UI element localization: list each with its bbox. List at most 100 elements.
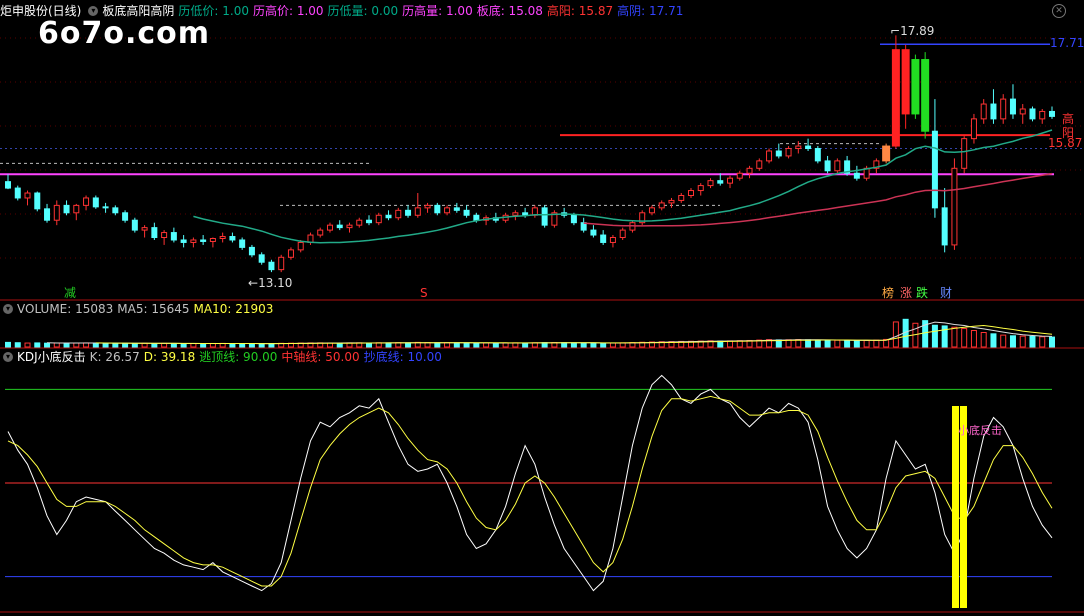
cai-label: 财 xyxy=(940,286,953,300)
settings-circle-icon[interactable]: ▾ xyxy=(88,6,99,16)
volume-bar-85 xyxy=(834,339,841,348)
candle-body-99 xyxy=(970,118,977,140)
candle-body-48 xyxy=(473,214,480,221)
volume-bar-88 xyxy=(863,339,870,348)
candle-body-26 xyxy=(258,254,265,263)
candle-body-101 xyxy=(990,103,997,120)
candle-body-43 xyxy=(424,204,431,209)
candle-body-22 xyxy=(219,236,226,239)
candle-body-14 xyxy=(141,227,148,231)
candle-body-25 xyxy=(248,246,255,256)
moving-average-lines xyxy=(193,129,1053,244)
volume-bar-84 xyxy=(824,339,831,348)
main-legend-item-0: 历低价: 1.00 xyxy=(178,4,249,18)
volume-bar-4 xyxy=(44,342,51,348)
high-price-annotation: ⌐17.89 xyxy=(890,24,935,38)
candle-body-40 xyxy=(395,209,402,219)
candle-body-34 xyxy=(336,224,343,229)
volume-bar-86 xyxy=(844,339,851,348)
candle-body-2 xyxy=(24,192,31,199)
right-gaoyang-text: 高阳 xyxy=(1062,112,1075,140)
volume-bar-98 xyxy=(961,328,968,348)
volume-legend-items: VOLUME: 15083 MA5: 15645 MA10: 21903 xyxy=(17,300,277,318)
candle-body-39 xyxy=(385,214,392,219)
candle-body-19 xyxy=(190,239,197,243)
candle-body-8 xyxy=(83,197,90,206)
candle-body-61 xyxy=(600,234,607,243)
candle-body-45 xyxy=(444,207,451,214)
candle-body-97 xyxy=(951,167,958,246)
candle-body-41 xyxy=(405,209,412,216)
indicator-name: 板底高阳高阴 xyxy=(102,4,175,18)
volume-bar-106 xyxy=(1039,336,1046,348)
main-header: 炬申股份(日线) ▾ 板底高阳高阴 历低价: 1.00 历高价: 1.00 历低量:… xyxy=(0,2,691,20)
candle-body-66 xyxy=(648,207,655,214)
volume-bar-101 xyxy=(990,333,997,348)
volume-bar-37 xyxy=(366,342,373,348)
candle-body-87 xyxy=(853,172,860,179)
volume-bar-13 xyxy=(131,342,138,348)
reduce-label: 减 xyxy=(64,286,77,300)
zhang-label: 涨 xyxy=(900,286,913,300)
volume-bar-23 xyxy=(229,343,236,348)
candle-body-79 xyxy=(775,150,782,157)
kdj-legend-item-0: K: 26.57 xyxy=(89,350,140,364)
candle-body-103 xyxy=(1009,98,1016,115)
candle-body-71 xyxy=(697,185,704,192)
candle-body-102 xyxy=(1000,98,1007,120)
volume-bar-11 xyxy=(112,342,119,348)
volume-bar-60 xyxy=(590,342,597,348)
candle-body-78 xyxy=(766,150,773,162)
volume-bar-16 xyxy=(161,342,168,348)
candle-body-12 xyxy=(122,212,129,221)
volume-bar-87 xyxy=(853,340,860,348)
stock-title: 炬申股份(日线) xyxy=(0,4,82,18)
candle-body-74 xyxy=(727,177,734,184)
candle-body-73 xyxy=(717,180,724,184)
settings-circle-icon[interactable]: ▾ xyxy=(3,352,13,362)
volume-bar-95 xyxy=(931,324,938,348)
candle-body-4 xyxy=(44,208,51,221)
volume-bar-53 xyxy=(522,342,529,348)
ma60-line xyxy=(583,172,1053,227)
candle-body-47 xyxy=(463,209,470,216)
kdj-legend-item-1: D: 39.18 xyxy=(143,350,196,364)
candle-body-76 xyxy=(746,167,753,174)
volume-bar-24 xyxy=(239,343,246,348)
candle-body-58 xyxy=(570,214,577,224)
volume-header: ▾ VOLUME: 15083 MA5: 15645 MA10: 21903 xyxy=(0,300,281,318)
candle-body-91 xyxy=(891,49,900,147)
candle-body-44 xyxy=(434,204,441,214)
die-label: 跌 xyxy=(916,286,929,300)
volume-bar-15 xyxy=(151,343,158,348)
volume-legend-item-1: MA5: 15645 xyxy=(117,302,190,316)
candle-body-52 xyxy=(512,212,519,216)
candle-body-29 xyxy=(287,249,294,258)
close-icon[interactable]: ✕ xyxy=(1052,4,1066,18)
main-legend-item-6: 高阴: 17.71 xyxy=(617,4,684,18)
volume-bar-97 xyxy=(951,326,958,348)
kdj-header: ▾ KDJ小底反击 K: 26.57 D: 39.18 逃顶线: 90.00 中轴线:… xyxy=(0,348,450,366)
candle-body-31 xyxy=(307,234,314,243)
candle-body-18 xyxy=(180,239,187,243)
kdj-d-line xyxy=(7,395,1053,587)
volume-bar-20 xyxy=(200,343,207,348)
candle-body-69 xyxy=(678,194,685,201)
volume-bar-17 xyxy=(170,343,177,348)
candle-body-96 xyxy=(941,207,948,246)
volume-bar-62 xyxy=(609,342,616,348)
candle-body-72 xyxy=(707,180,714,187)
candle-body-62 xyxy=(609,237,616,243)
volume-bar-50 xyxy=(492,342,499,348)
volume-bar-19 xyxy=(190,343,197,348)
candle-body-15 xyxy=(151,227,158,239)
volume-bar-83 xyxy=(814,339,821,348)
settings-circle-icon[interactable]: ▾ xyxy=(3,304,13,314)
volume-bar-58 xyxy=(570,342,577,348)
candlestick-series xyxy=(5,35,1055,273)
candle-body-95 xyxy=(931,130,938,209)
volume-bar-104 xyxy=(1019,335,1026,348)
candle-body-106 xyxy=(1039,110,1046,120)
low-price-value: 13.10 xyxy=(258,276,293,290)
candle-body-0 xyxy=(5,181,11,189)
